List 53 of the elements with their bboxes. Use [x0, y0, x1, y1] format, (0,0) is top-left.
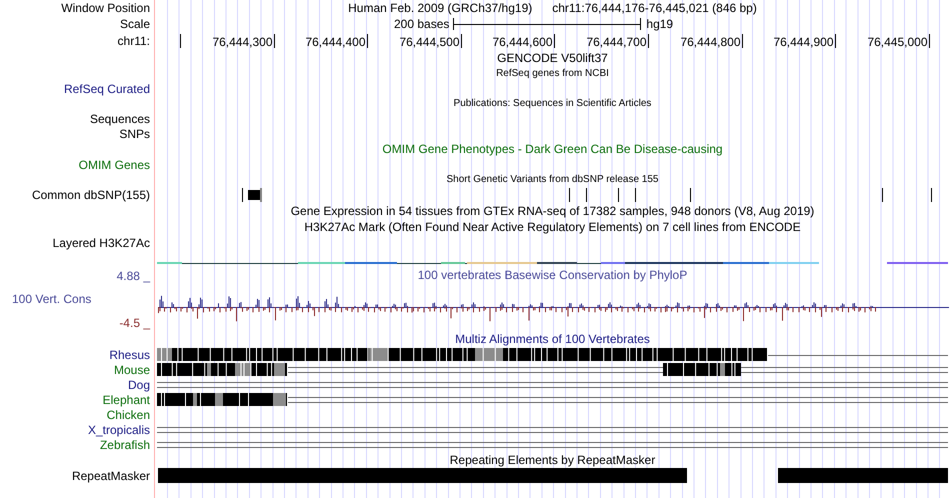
row-label: Window Position [61, 1, 150, 15]
ruler-label: 76,445,000 [867, 35, 928, 49]
tick-mark [554, 34, 555, 48]
track-label[interactable]: Elephant [102, 392, 150, 406]
track-title: RefSeq genes from NCBI [496, 68, 609, 79]
ruler-label: 76,444,800 [680, 35, 740, 49]
track-label[interactable]: Rhesus [109, 348, 150, 362]
ruler-label: 76,444,500 [399, 35, 460, 49]
track-label[interactable]: Mouse [114, 362, 150, 376]
track-label[interactable]: OMIM Genes [78, 158, 150, 172]
assembly-title: Human Feb. 2009 (GRCh37/hg19) [348, 1, 532, 15]
axis-min-label: -4.5 _ [119, 316, 152, 330]
ruler-label: 76,444,300 [212, 35, 272, 49]
ruler-label: 76,444,600 [492, 35, 552, 49]
track-label[interactable]: Layered H3K27Ac [52, 236, 150, 250]
repeat-element[interactable] [778, 468, 948, 483]
track-title: Publications: Sequences in Scientific Articles [454, 98, 652, 109]
track-title: 100 vertebrates Basewise Conservation by PhyloP [418, 268, 688, 282]
tick-mark [274, 34, 275, 48]
track-title: Gene Expression in 54 tissues from GTEx RNA-seq of 17382 samples, 948 donors (V8, Aug 2019) [290, 204, 814, 218]
tick-mark [929, 34, 930, 48]
assembly-label: hg19 [646, 17, 674, 31]
track-title: Repeating Elements by RepeatMasker [450, 453, 656, 467]
repeat-element[interactable] [158, 468, 687, 483]
tick-mark [648, 34, 649, 48]
track-title: H3K27Ac Mark (Often Found Near Active Regulatory Elements) on 7 cell lines from ENCODE [304, 220, 801, 234]
tick-mark [461, 34, 462, 48]
ruler-label: 76,444,400 [305, 35, 366, 49]
row-label: Scale [120, 17, 150, 31]
track-label[interactable]: Chicken [106, 408, 150, 422]
track-label[interactable]: RepeatMasker [72, 469, 150, 483]
tick-mark [180, 34, 181, 48]
tick-mark [742, 34, 743, 48]
track-label[interactable]: Zebrafish [100, 438, 150, 452]
track-label[interactable]: RefSeq Curated [64, 82, 150, 96]
track-label[interactable]: X_tropicalis [88, 422, 150, 436]
tick-mark [835, 34, 836, 48]
scale-length: 200 bases [394, 17, 450, 31]
track-label[interactable]: 100 Vert. Cons [0, 292, 154, 306]
row-label: chr11: [118, 34, 150, 48]
track-label[interactable]: Sequences [90, 112, 150, 126]
track-title: Multiz Alignments of 100 Vertebrates [455, 332, 650, 346]
track-title: OMIM Gene Phenotypes - Dark Green Can Be Disease-causing [382, 142, 723, 156]
track-label[interactable]: Dog [128, 378, 150, 392]
track-title: GENCODE V50lift37 [497, 51, 608, 65]
track-label[interactable]: SNPs [119, 126, 150, 140]
track-label[interactable]: Common dbSNP(155) [32, 188, 150, 202]
track-title: Short Genetic Variants from dbSNP release 155 [446, 174, 658, 185]
position-text: chr11:76,444,176-76,445,021 (846 bp) [552, 1, 757, 15]
ruler-label: 76,444,700 [586, 35, 646, 49]
ruler-label: 76,444,900 [773, 35, 834, 49]
axis-max-label: 4.88 _ [116, 269, 152, 283]
tick-mark [367, 34, 368, 48]
